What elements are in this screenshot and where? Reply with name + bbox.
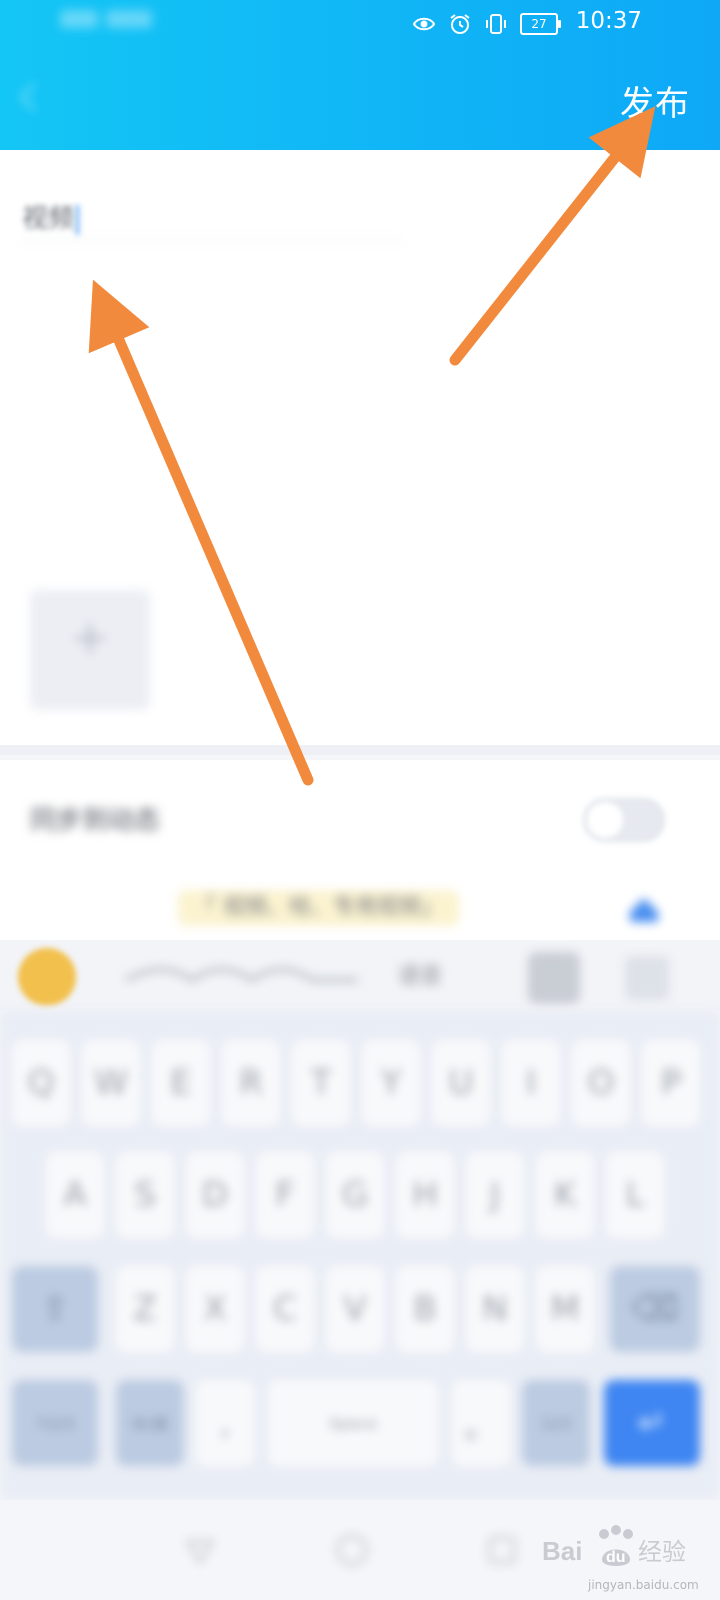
space-key[interactable]: Space [268, 1380, 438, 1466]
language-key[interactable]: 中/英 [116, 1380, 184, 1466]
key-x[interactable]: X [186, 1266, 244, 1352]
numbers-key[interactable]: 123 [522, 1380, 590, 1466]
key-d[interactable]: D [186, 1152, 244, 1238]
period-key[interactable]: 。 [452, 1380, 510, 1466]
nav-recent-icon[interactable] [482, 1530, 522, 1570]
symbols-key[interactable]: ?123 [12, 1380, 98, 1466]
baidu-jingyan-watermark: Bai du 经验 [542, 1525, 686, 1566]
clock: 10:37 [575, 8, 642, 34]
swipe-input-icon[interactable] [122, 962, 362, 988]
emoji-icon[interactable] [18, 948, 76, 1006]
add-image-label [87, 668, 92, 687]
key-h[interactable]: H [396, 1152, 454, 1238]
enter-key[interactable]: ↵ [604, 1380, 700, 1466]
text-cursor [76, 204, 80, 235]
title-divider [22, 240, 402, 242]
key-o[interactable]: O [572, 1040, 630, 1126]
key-r[interactable]: R [222, 1040, 280, 1126]
app-header: 27 10:37 发布 [0, 0, 720, 150]
key-q[interactable]: Q [12, 1040, 70, 1126]
key-a[interactable]: A [46, 1152, 104, 1238]
title-text: 视频 [22, 204, 75, 234]
key-k[interactable]: K [536, 1152, 594, 1238]
ime-suggestion-bar: 「 视频、哈、专用视频」 [0, 870, 720, 940]
plus-icon: + [70, 609, 110, 664]
section-divider [0, 745, 720, 755]
key-p[interactable]: P [642, 1040, 700, 1126]
back-arrow-icon[interactable] [16, 80, 40, 114]
key-c[interactable]: C [256, 1266, 314, 1352]
title-input[interactable]: 视频 [22, 198, 402, 238]
carrier-signal [60, 10, 160, 36]
key-s[interactable]: S [116, 1152, 174, 1238]
voice-input-button[interactable]: 语音 [398, 958, 442, 990]
sync-option-label: 同步到动态 [30, 806, 161, 836]
collapse-keyboard-icon[interactable] [622, 888, 666, 928]
eye-icon [412, 17, 436, 31]
ime-toolbar: 语音 [0, 940, 720, 1010]
space-key-label: Space [328, 1413, 378, 1433]
status-bar: 27 10:37 [0, 0, 720, 48]
key-l[interactable]: L [606, 1152, 664, 1238]
svg-text:du: du [606, 1549, 626, 1566]
comma-key[interactable]: , [196, 1380, 254, 1466]
key-n[interactable]: N [466, 1266, 524, 1352]
soft-keyboard: Q W E R T Y U I O P A S D F G H J K L ⇧ … [0, 1010, 720, 1500]
key-z[interactable]: Z [116, 1266, 174, 1352]
svg-text:Bai: Bai [542, 1536, 582, 1566]
suggestion-chip[interactable]: 「 视频、哈、专用视频」 [178, 890, 459, 926]
post-editor: 视频 + [0, 150, 720, 745]
clipboard-icon[interactable] [528, 952, 580, 1004]
key-b[interactable]: B [396, 1266, 454, 1352]
backspace-key[interactable]: ⌫ [610, 1266, 700, 1352]
key-e[interactable]: E [152, 1040, 210, 1126]
vibrate-icon [486, 14, 506, 34]
key-f[interactable]: F [256, 1152, 314, 1238]
sync-toggle[interactable] [583, 798, 665, 842]
nav-back-icon[interactable] [180, 1530, 220, 1570]
key-y[interactable]: Y [362, 1040, 420, 1126]
shift-key[interactable]: ⇧ [12, 1266, 98, 1352]
key-u[interactable]: U [432, 1040, 490, 1126]
publish-button[interactable]: 发布 [620, 76, 690, 125]
battery-icon: 27 [520, 13, 561, 35]
watermark-caption: jingyan.baidu.com [588, 1578, 699, 1592]
key-m[interactable]: M [536, 1266, 594, 1352]
add-image-button[interactable]: + [30, 590, 150, 710]
sync-option-row: 同步到动态 [0, 760, 720, 870]
key-w[interactable]: W [82, 1040, 140, 1126]
svg-text:经验: 经验 [638, 1538, 686, 1566]
key-i[interactable]: I [502, 1040, 560, 1126]
key-j[interactable]: J [466, 1152, 524, 1238]
key-v[interactable]: V [326, 1266, 384, 1352]
toggle-knob [587, 802, 623, 838]
alarm-icon [450, 14, 470, 34]
key-t[interactable]: T [292, 1040, 350, 1126]
nav-home-icon[interactable] [332, 1530, 372, 1570]
key-g[interactable]: G [326, 1152, 384, 1238]
keyboard-settings-icon[interactable] [625, 956, 669, 1000]
